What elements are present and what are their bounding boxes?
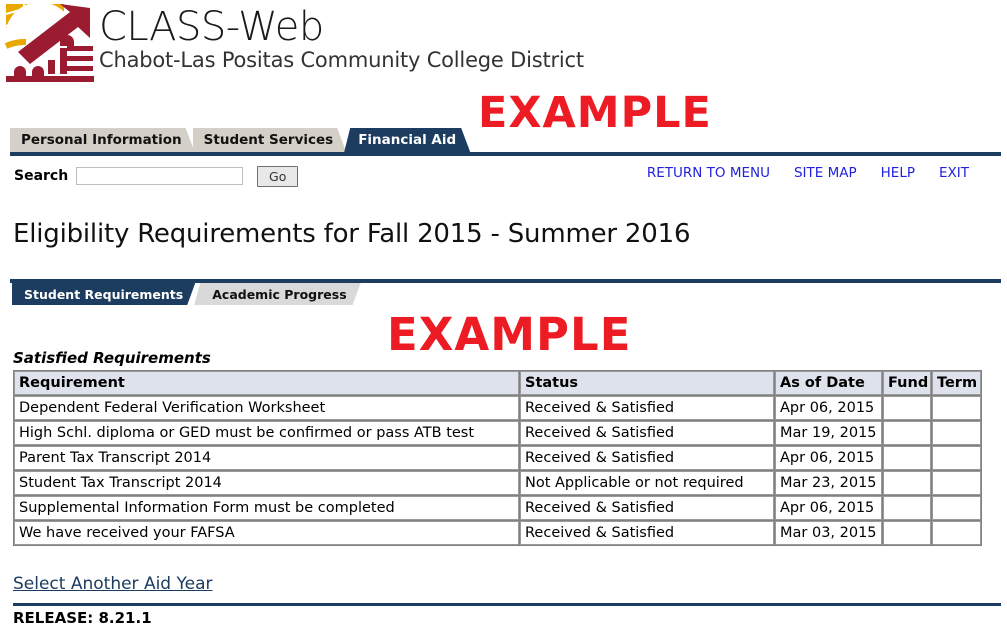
table-body: Dependent Federal Verification Worksheet… <box>14 396 981 545</box>
table-row: Student Tax Transcript 2014 Not Applicab… <box>14 471 981 495</box>
cell-term <box>932 396 981 420</box>
tab-label: Personal Information <box>21 132 182 148</box>
cell-fund <box>883 396 931 420</box>
main-tab-underline <box>10 152 1001 156</box>
cell-term <box>932 471 981 495</box>
brand-text-block: CLASS-Web Chabot-Las Positas Community C… <box>99 6 584 73</box>
table-row: Dependent Federal Verification Worksheet… <box>14 396 981 420</box>
cell-requirement: Dependent Federal Verification Worksheet <box>14 396 519 420</box>
cell-requirement: Parent Tax Transcript 2014 <box>14 446 519 470</box>
release-version-text: RELEASE: 8.21.1 <box>13 609 1007 627</box>
brand-subtitle: Chabot-Las Positas Community College Dis… <box>99 48 584 73</box>
column-header-fund: Fund <box>883 371 931 395</box>
table-row: High Schl. diploma or GED must be confir… <box>14 421 981 445</box>
cell-term <box>932 421 981 445</box>
cell-requirement: Student Tax Transcript 2014 <box>14 471 519 495</box>
cell-as-of-date: Apr 06, 2015 <box>775 446 882 470</box>
column-header-requirement: Requirement <box>14 371 519 395</box>
cell-status: Received & Satisfied <box>520 446 774 470</box>
satisfied-requirements-table: Requirement Status As of Date Fund Term … <box>13 370 982 546</box>
tab-label: Student Services <box>204 132 334 148</box>
footer-divider <box>13 603 1001 606</box>
cell-as-of-date: Mar 19, 2015 <box>775 421 882 445</box>
subtab-student-requirements[interactable]: Student Requirements <box>12 283 195 305</box>
cell-fund <box>883 521 931 545</box>
cell-status: Received & Satisfied <box>520 496 774 520</box>
utility-navigation: RETURN TO MENU SITE MAP HELP EXIT <box>647 165 969 181</box>
cell-status: Received & Satisfied <box>520 421 774 445</box>
tab-student-services[interactable]: Student Services <box>193 128 347 152</box>
search-bar: Search Go RETURN TO MENU SITE MAP HELP E… <box>0 163 1007 189</box>
cell-term <box>932 521 981 545</box>
cell-status: Received & Satisfied <box>520 396 774 420</box>
cell-term <box>932 446 981 470</box>
site-map-link[interactable]: SITE MAP <box>794 165 857 181</box>
cell-requirement: We have received your FAFSA <box>14 521 519 545</box>
table-row: Supplemental Information Form must be co… <box>14 496 981 520</box>
tab-financial-aid[interactable]: Financial Aid <box>344 128 470 152</box>
tab-label: Financial Aid <box>358 132 456 148</box>
site-header: CLASS-Web Chabot-Las Positas Community C… <box>0 0 1007 88</box>
main-tab-bar: Personal Information Student Services Fi… <box>0 123 1007 152</box>
cell-fund <box>883 421 931 445</box>
search-go-button[interactable]: Go <box>257 166 298 187</box>
sub-tab-bar: Student Requirements Academic Progress <box>0 279 1007 307</box>
brand-title: CLASS-Web <box>99 6 584 48</box>
table-row: We have received your FAFSA Received & S… <box>14 521 981 545</box>
cell-fund <box>883 496 931 520</box>
cell-as-of-date: Mar 23, 2015 <box>775 471 882 495</box>
table-header-row: Requirement Status As of Date Fund Term <box>14 371 981 395</box>
cell-status: Not Applicable or not required <box>520 471 774 495</box>
cell-as-of-date: Mar 03, 2015 <box>775 521 882 545</box>
column-header-status: Status <box>520 371 774 395</box>
column-header-term: Term <box>932 371 981 395</box>
subtab-academic-progress[interactable]: Academic Progress <box>194 283 360 305</box>
class-web-logo <box>4 2 96 84</box>
cell-requirement: High Schl. diploma or GED must be confir… <box>14 421 519 445</box>
cell-term <box>932 496 981 520</box>
search-input[interactable] <box>76 167 243 185</box>
tab-personal-information[interactable]: Personal Information <box>10 128 195 152</box>
select-another-aid-year-link[interactable]: Select Another Aid Year <box>13 574 212 594</box>
cell-requirement: Supplemental Information Form must be co… <box>14 496 519 520</box>
subtab-label: Academic Progress <box>212 287 346 302</box>
exit-link[interactable]: EXIT <box>939 165 969 181</box>
help-link[interactable]: HELP <box>881 165 915 181</box>
example-watermark-middle: EXAMPLE <box>387 308 631 361</box>
subtab-label: Student Requirements <box>24 287 183 302</box>
return-to-menu-link[interactable]: RETURN TO MENU <box>647 165 770 181</box>
cell-as-of-date: Apr 06, 2015 <box>775 496 882 520</box>
page-title: Eligibility Requirements for Fall 2015 -… <box>13 219 1007 249</box>
table-row: Parent Tax Transcript 2014 Received & Sa… <box>14 446 981 470</box>
column-header-as-of-date: As of Date <box>775 371 882 395</box>
cell-fund <box>883 471 931 495</box>
cell-fund <box>883 446 931 470</box>
cell-as-of-date: Apr 06, 2015 <box>775 396 882 420</box>
search-label: Search <box>14 168 68 184</box>
cell-status: Received & Satisfied <box>520 521 774 545</box>
growth-arrow <box>18 4 90 64</box>
